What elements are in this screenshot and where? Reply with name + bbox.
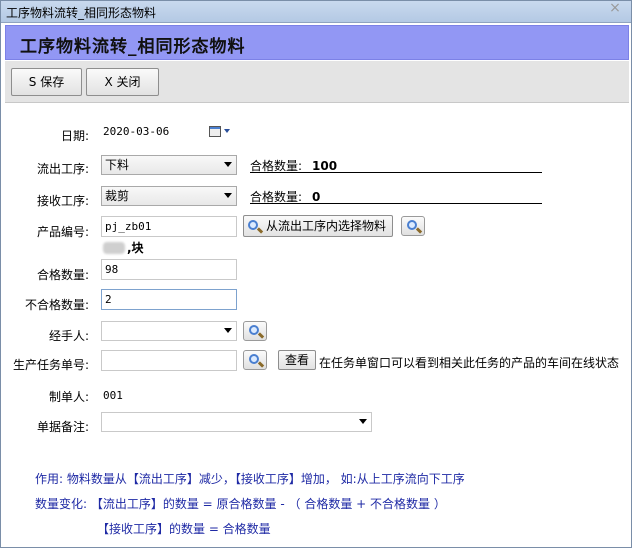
close-button[interactable]: X 关闭 — [86, 68, 159, 96]
chevron-down-icon — [224, 328, 232, 333]
out-qty-value: 100 — [312, 159, 338, 173]
divider — [250, 172, 542, 173]
chevron-down-icon[interactable] — [224, 129, 230, 133]
remark-label: 单据备注: — [36, 420, 89, 434]
date-picker[interactable]: 2020-03-06 — [101, 122, 236, 143]
in-process-value: 裁剪 — [105, 189, 130, 203]
task-search-button[interactable] — [243, 350, 267, 370]
task-no-input[interactable] — [101, 350, 237, 371]
remark-select[interactable] — [101, 412, 372, 432]
app-window: 工序物料流转_相同形态物料 × 工序物料流转_相同形态物料 S 保存 X 关闭 … — [0, 0, 632, 548]
in-process-label: 接收工序: — [36, 194, 89, 208]
qualified-qty-label: 合格数量: — [36, 268, 89, 282]
handler-search-button[interactable] — [243, 321, 267, 341]
select-from-process-button[interactable]: 从流出工序内选择物料 — [243, 215, 393, 237]
product-name-redacted — [103, 242, 125, 254]
form-area: 日期: 2020-03-06 流出工序: 下料 合格数量: 100 接收工序: 裁… — [5, 104, 629, 545]
out-qty-label: 合格数量: — [250, 159, 303, 173]
note-purpose: 作用: 物料数量从【流出工序】减少，【接收工序】增加， 如:从上工序流向下工序 — [35, 472, 465, 486]
divider — [250, 203, 542, 204]
note-receive-qty: 【接收工序】的数量 = 合格数量 — [97, 522, 271, 536]
date-value: 2020-03-06 — [103, 125, 170, 138]
calendar-icon[interactable] — [209, 126, 221, 137]
handler-select[interactable] — [101, 321, 237, 341]
creator-label: 制单人: — [48, 390, 89, 404]
product-search-button[interactable] — [401, 216, 425, 236]
product-code-label: 产品编号: — [36, 225, 89, 239]
title-bar: 工序物料流转_相同形态物料 × — [1, 1, 631, 23]
toolbar: S 保存 X 关闭 — [5, 61, 629, 103]
out-process-select[interactable]: 下料 — [101, 155, 237, 175]
window-title: 工序物料流转_相同形态物料 — [6, 6, 157, 20]
unqualified-qty-label: 不合格数量: — [24, 298, 89, 312]
view-task-button[interactable]: 查看 — [278, 350, 317, 370]
chevron-down-icon — [224, 193, 232, 198]
out-process-value: 下料 — [105, 158, 130, 172]
in-process-select[interactable]: 裁剪 — [101, 186, 237, 206]
task-hint: 在任务单窗口可以看到相关此任务的产品的车间在线状态 — [319, 356, 620, 370]
select-from-process-label: 从流出工序内选择物料 — [266, 219, 387, 233]
window-close-button[interactable]: × — [605, 1, 625, 17]
note-qty-change: 数量变化: 【流出工序】的数量 = 原合格数量 - （ 合格数量 + 不合格数量… — [35, 497, 446, 511]
out-process-label: 流出工序: — [36, 162, 89, 176]
qualified-qty-input[interactable]: 98 — [101, 259, 237, 280]
product-code-input[interactable]: pj_zb01 — [101, 216, 237, 237]
chevron-down-icon — [359, 419, 367, 424]
unqualified-qty-input[interactable]: 2 — [101, 289, 237, 310]
form-header: 工序物料流转_相同形态物料 — [5, 25, 629, 60]
task-no-label: 生产任务单号: — [12, 358, 89, 372]
in-qty-label: 合格数量: — [250, 190, 303, 204]
in-qty-value: 0 — [312, 190, 321, 204]
handler-label: 经手人: — [48, 329, 89, 343]
product-unit: ,块 — [127, 241, 144, 255]
date-label: 日期: — [60, 129, 89, 143]
page-title: 工序物料流转_相同形态物料 — [20, 37, 246, 57]
save-button[interactable]: S 保存 — [11, 68, 82, 96]
chevron-down-icon — [224, 162, 232, 167]
creator-value: 001 — [103, 389, 123, 402]
